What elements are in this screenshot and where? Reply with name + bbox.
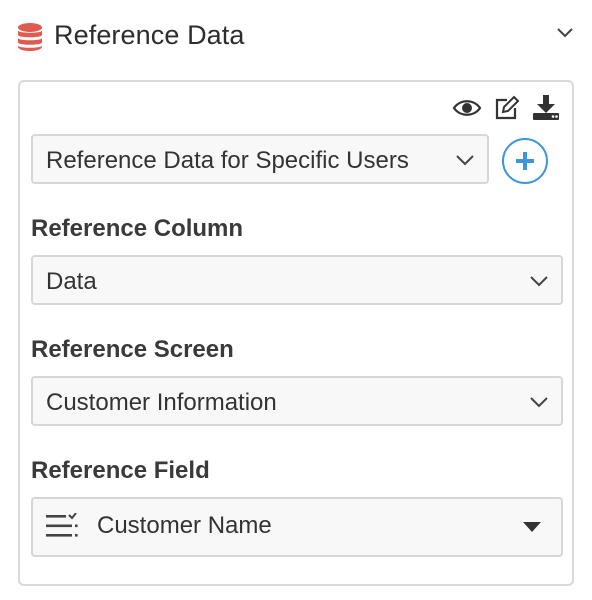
reference-field-value: Customer Name: [97, 512, 272, 539]
reference-column-select[interactable]: Data: [31, 255, 563, 305]
add-button[interactable]: [502, 138, 548, 184]
eye-icon[interactable]: [452, 95, 482, 121]
reference-column-label: Reference Column: [31, 215, 244, 242]
dataset-select[interactable]: Reference Data for Specific Users: [31, 134, 489, 184]
reference-data-header: Reference Data: [0, 0, 592, 72]
field-list-icon: [46, 513, 78, 537]
reference-screen-label: Reference Screen: [31, 336, 234, 363]
dataset-select-value: Reference Data for Specific Users: [46, 147, 409, 174]
reference-field-select[interactable]: Customer Name: [31, 497, 563, 557]
reference-screen-value: Customer Information: [46, 389, 277, 416]
chevron-down-icon: [530, 397, 548, 408]
download-icon[interactable]: [532, 95, 560, 121]
database-icon: [18, 23, 42, 51]
plus-icon: [516, 152, 534, 170]
chevron-down-icon: [530, 276, 548, 287]
edit-icon[interactable]: [492, 95, 520, 121]
caret-down-icon: [523, 522, 541, 532]
chevron-down-icon[interactable]: [555, 25, 575, 41]
reference-field-label: Reference Field: [31, 457, 210, 484]
reference-column-value: Data: [46, 268, 97, 295]
reference-data-panel: Reference Data for Specific Users Refere…: [18, 80, 574, 586]
section-title: Reference Data: [54, 20, 245, 50]
reference-screen-select[interactable]: Customer Information: [31, 376, 563, 426]
chevron-down-icon: [456, 155, 474, 166]
